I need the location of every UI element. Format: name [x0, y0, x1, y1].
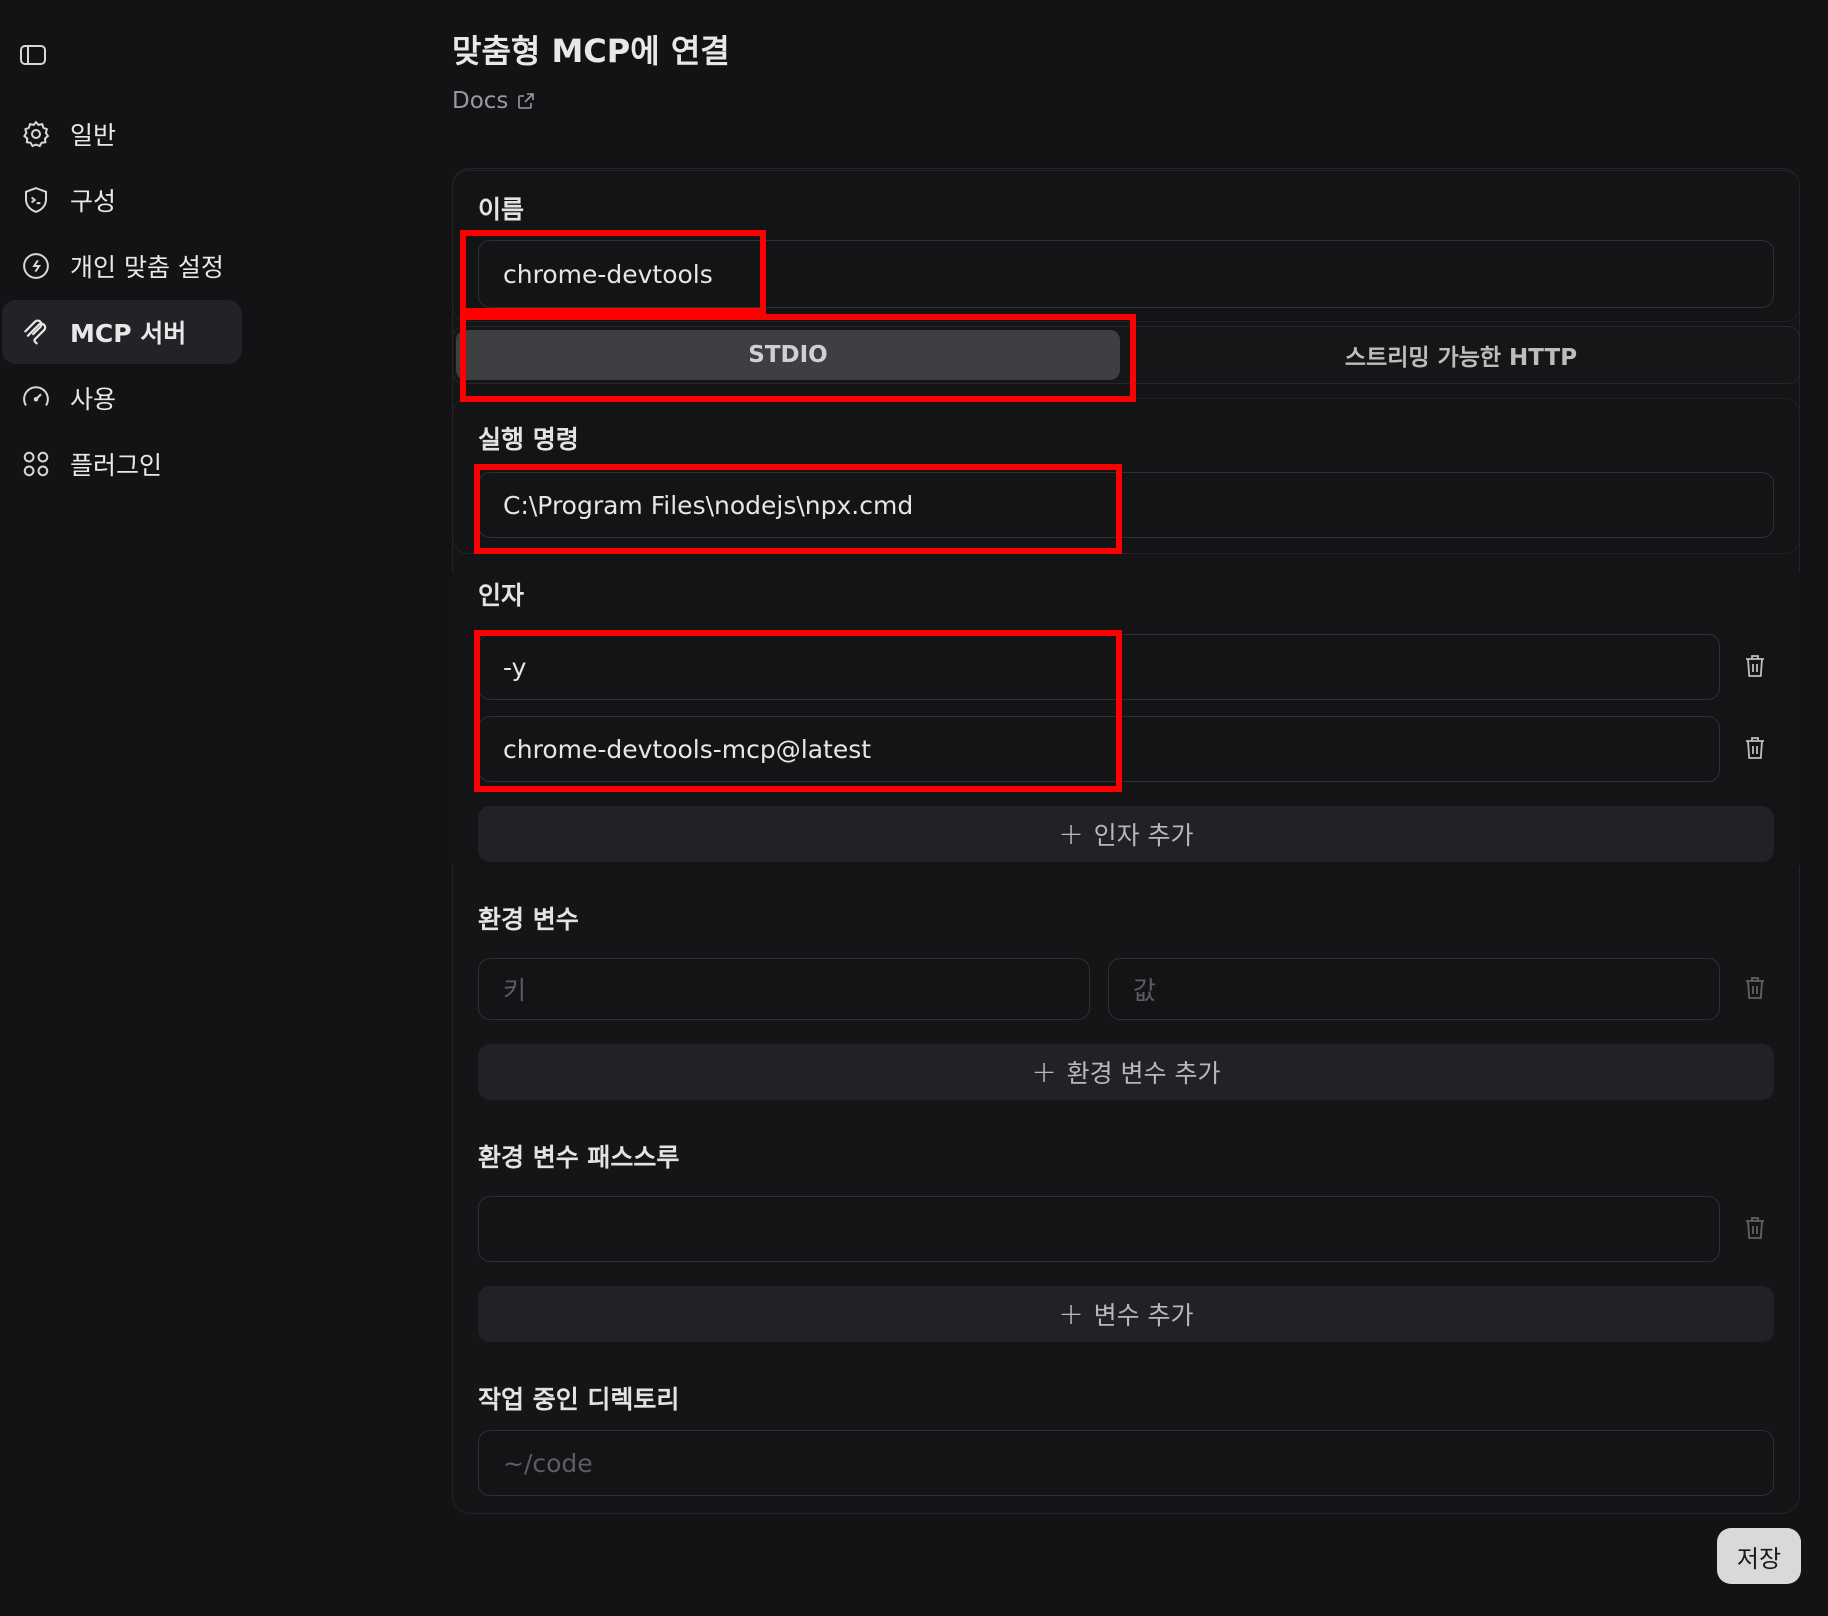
external-link-icon	[518, 93, 535, 109]
trash-icon	[1746, 977, 1764, 999]
delete-arg-button[interactable]	[1742, 652, 1768, 680]
plus-icon: +	[1058, 1296, 1084, 1332]
cwd-label: 작업 중인 디렉토리	[478, 1385, 680, 1414]
delete-passthrough-button[interactable]	[1742, 1214, 1768, 1242]
passthrough-input[interactable]	[478, 1196, 1720, 1262]
add-var-button[interactable]: + 변수 추가	[478, 1286, 1774, 1342]
add-arg-button[interactable]: + 인자 추가	[478, 806, 1774, 862]
plus-icon: +	[1058, 816, 1084, 852]
add-env-button[interactable]: + 환경 변수 추가	[478, 1044, 1774, 1100]
cwd-input[interactable]: ~/code	[478, 1430, 1774, 1496]
plus-icon: +	[1031, 1054, 1057, 1090]
env-label: 환경 변수	[478, 905, 579, 934]
tab-streamable-http[interactable]: 스트리밍 가능한 HTTP	[1123, 327, 1799, 383]
docs-link-label: Docs	[452, 88, 509, 114]
sidebar-item-plugins[interactable]: 플러그인	[2, 432, 242, 496]
delete-arg-button[interactable]	[1742, 734, 1768, 762]
page-title: 맞춤형 MCP에 연결	[452, 32, 730, 70]
sidebar-toggle-icon	[20, 45, 46, 65]
gauge-icon	[20, 382, 52, 414]
sidebar-item-label: 사용	[70, 385, 117, 414]
env-value-input[interactable]: 값	[1108, 958, 1720, 1020]
name-input[interactable]: chrome-devtools	[478, 240, 1774, 308]
sidebar-item-label: 플러그인	[70, 451, 163, 480]
passthrough-label: 환경 변수 패스스루	[478, 1143, 680, 1172]
sidebar-item-label: 일반	[70, 121, 117, 150]
add-arg-label: 인자 추가	[1093, 821, 1194, 850]
transport-tabs: STDIO 스트리밍 가능한 HTTP	[452, 326, 1800, 384]
sidebar-item-mcp-servers[interactable]: MCP 서버	[2, 300, 242, 364]
trash-icon	[1746, 1217, 1764, 1239]
sidebar-item-config[interactable]: 구성	[2, 168, 242, 232]
arg-input-2[interactable]: chrome-devtools-mcp@latest	[478, 716, 1720, 782]
args-label: 인자	[478, 581, 525, 610]
sidebar-item-personalization[interactable]: 개인 맞춤 설정	[2, 234, 242, 298]
sidebar-item-label: MCP 서버	[70, 319, 187, 348]
sidebar-item-general[interactable]: 일반	[2, 102, 242, 166]
sidebar-item-usage[interactable]: 사용	[2, 366, 242, 430]
command-input[interactable]: C:\Program Files\nodejs\npx.cmd	[478, 472, 1774, 538]
sidebar-item-label: 구성	[70, 187, 117, 216]
docs-link[interactable]: Docs	[452, 88, 536, 114]
personalize-icon	[20, 250, 52, 282]
shield-terminal-icon	[20, 184, 52, 216]
name-label: 이름	[478, 195, 525, 224]
env-key-input[interactable]: 키	[478, 958, 1090, 1020]
grid-dots-icon	[20, 448, 52, 480]
delete-env-button[interactable]	[1742, 974, 1768, 1002]
sidebar-item-label: 개인 맞춤 설정	[70, 253, 224, 282]
arg-input-1[interactable]: -y	[478, 634, 1720, 700]
save-button[interactable]: 저장	[1717, 1528, 1801, 1584]
command-label: 실행 명령	[478, 425, 579, 454]
add-env-label: 환경 변수 추가	[1066, 1059, 1221, 1088]
tab-stdio[interactable]: STDIO	[456, 330, 1120, 380]
trash-icon	[1746, 655, 1764, 677]
sidebar-nav: 일반 구성 개인 맞춤 설정 MCP 서버 사용 플러그인	[2, 102, 242, 498]
sidebar-toggle-button[interactable]	[18, 42, 48, 68]
gear-icon	[20, 118, 52, 150]
trash-icon	[1746, 737, 1764, 759]
add-var-label: 변수 추가	[1093, 1301, 1194, 1330]
mcp-icon	[20, 316, 52, 348]
